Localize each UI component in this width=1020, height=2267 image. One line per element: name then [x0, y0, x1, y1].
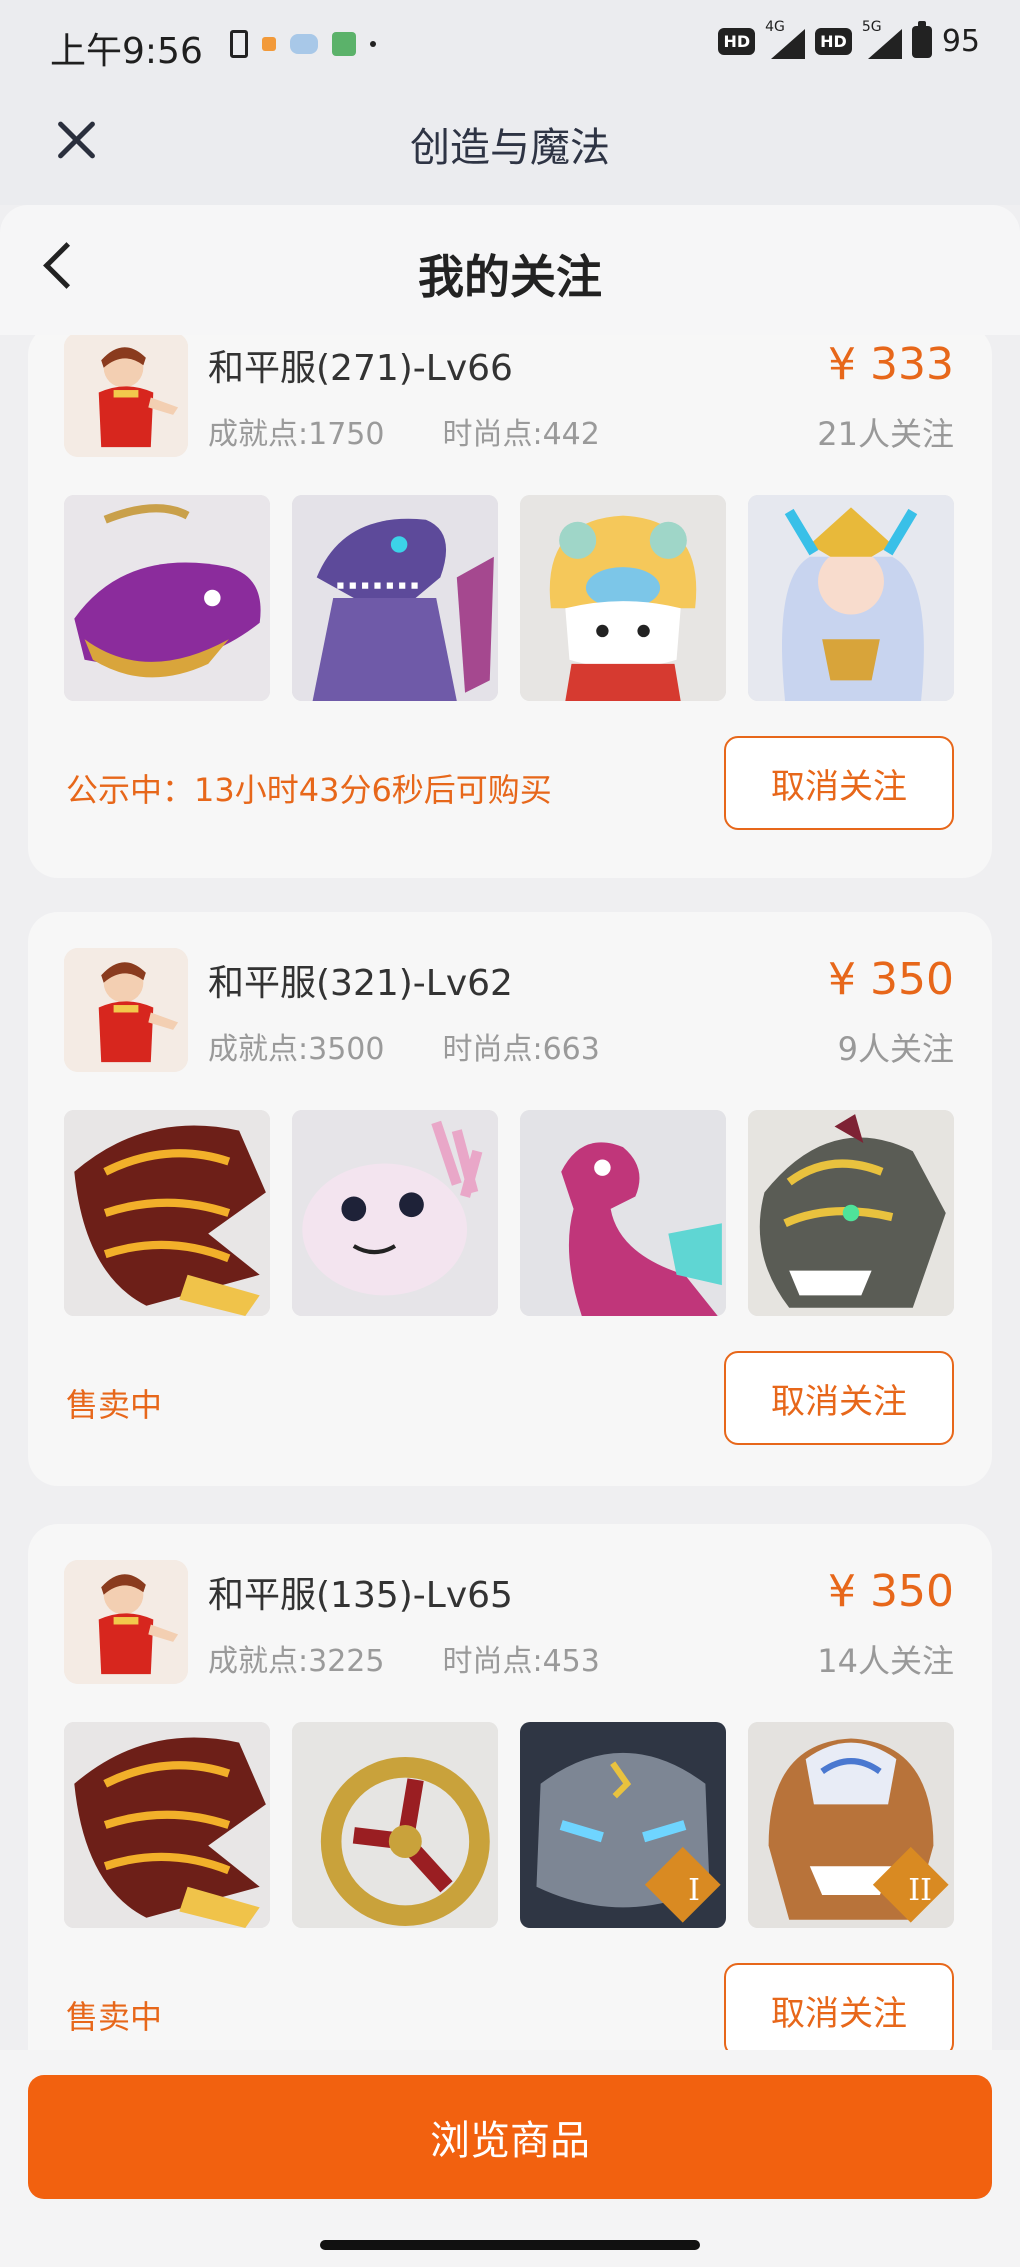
listing-status: 公示中：13小时43分6秒后可购买: [66, 771, 552, 809]
listing-name: 和平服(321)-Lv62: [208, 963, 513, 1004]
unfollow-button[interactable]: 取消关注: [724, 1351, 954, 1445]
follower-count: 9人关注: [837, 1030, 954, 1068]
app-notification-icon: [262, 37, 276, 51]
app-title: 创造与魔法: [410, 125, 610, 171]
item-thumb-fire-dragon[interactable]: [64, 1110, 270, 1316]
listing-stats: 成就点:1750 时尚点:442: [208, 409, 600, 453]
listing-price: ¥ 350: [828, 1566, 954, 1617]
signal-icon: 5G: [862, 19, 902, 59]
vibrate-icon: [230, 30, 248, 58]
item-thumb-pink-axolotl[interactable]: [292, 1110, 498, 1316]
listing-price: ¥ 333: [828, 339, 954, 390]
listing-card[interactable]: 和平服(271)-Lv66 成就点:1750 时尚点:442 ¥ 333 21人…: [28, 335, 992, 878]
item-thumbnails: [64, 495, 954, 701]
follower-count: 14人关注: [817, 1642, 954, 1680]
maps-icon: [332, 32, 356, 56]
item-thumbnails: I II: [64, 1722, 954, 1928]
page-title: 我的关注: [418, 250, 602, 304]
item-thumb-armored-wolf[interactable]: [748, 1110, 954, 1316]
listing-card[interactable]: 和平服(321)-Lv62 成就点:3500 时尚点:663 ¥ 350 9人关…: [28, 912, 992, 1486]
item-thumb-pink-dinosaur[interactable]: [520, 1110, 726, 1316]
fashion-points: 时尚点:453: [442, 1644, 600, 1679]
bottom-bar: 浏览商品: [0, 2050, 1020, 2267]
avatar: [64, 1560, 188, 1684]
fashion-points: 时尚点:663: [442, 1032, 600, 1067]
listing-name: 和平服(135)-Lv65: [208, 1575, 513, 1616]
listing-stats: 成就点:3500 时尚点:663: [208, 1024, 600, 1068]
item-thumb-winged-crown[interactable]: [748, 495, 954, 701]
achievement-points: 成就点:3225: [208, 1644, 385, 1679]
browse-products-button[interactable]: 浏览商品: [28, 2075, 992, 2199]
item-thumb-purple-whale[interactable]: [64, 495, 270, 701]
home-indicator[interactable]: [320, 2240, 700, 2250]
more-notifications-dot: [370, 41, 376, 47]
listing-price: ¥ 350: [828, 954, 954, 1005]
item-thumb-armored-lion[interactable]: II: [748, 1722, 954, 1928]
follow-list[interactable]: 和平服(271)-Lv66 成就点:1750 时尚点:442 ¥ 333 21人…: [0, 335, 1020, 2050]
hd-icon: HD: [815, 28, 852, 55]
unfollow-button[interactable]: 取消关注: [724, 1963, 954, 2050]
status-bar: 上午9:56 HD 4G HD 5G 95: [0, 0, 1020, 95]
item-thumb-purple-dinosaur[interactable]: [292, 495, 498, 701]
fashion-points: 时尚点:442: [442, 417, 600, 452]
tier-badge: I: [688, 1873, 700, 1908]
signal-icon: 4G: [765, 19, 806, 59]
battery-level: 95: [941, 24, 980, 59]
hd-icon: HD: [718, 28, 756, 55]
item-thumbnails: [64, 1110, 954, 1316]
listing-stats: 成就点:3225 时尚点:453: [208, 1636, 600, 1680]
cloud-app-icon: [290, 34, 318, 54]
tier-badge: II: [908, 1873, 932, 1908]
status-right: HD 4G HD 5G 95: [718, 19, 980, 59]
achievement-points: 成就点:3500: [208, 1032, 385, 1067]
listing-status: 售卖中: [66, 1998, 163, 2036]
item-thumb-stone-golem[interactable]: I: [520, 1722, 726, 1928]
listing-name: 和平服(271)-Lv66: [208, 348, 513, 389]
item-thumb-golden-ring[interactable]: [292, 1722, 498, 1928]
battery-icon: [911, 20, 932, 58]
notification-icons: [230, 30, 376, 58]
avatar: [64, 335, 188, 457]
avatar: [64, 948, 188, 1072]
follower-count: 21人关注: [817, 415, 954, 453]
page-header: 我的关注: [0, 205, 1020, 335]
app-header: 创造与魔法: [0, 95, 1020, 205]
unfollow-button[interactable]: 取消关注: [724, 736, 954, 830]
listing-card[interactable]: 和平服(135)-Lv65 成就点:3225 时尚点:453 ¥ 350 14人…: [28, 1524, 992, 2050]
listing-status: 售卖中: [66, 1386, 163, 1424]
achievement-points: 成就点:1750: [208, 417, 385, 452]
status-time: 上午9:56: [50, 31, 203, 72]
item-thumb-fire-dragon[interactable]: [64, 1722, 270, 1928]
item-thumb-lion-hat[interactable]: [520, 495, 726, 701]
